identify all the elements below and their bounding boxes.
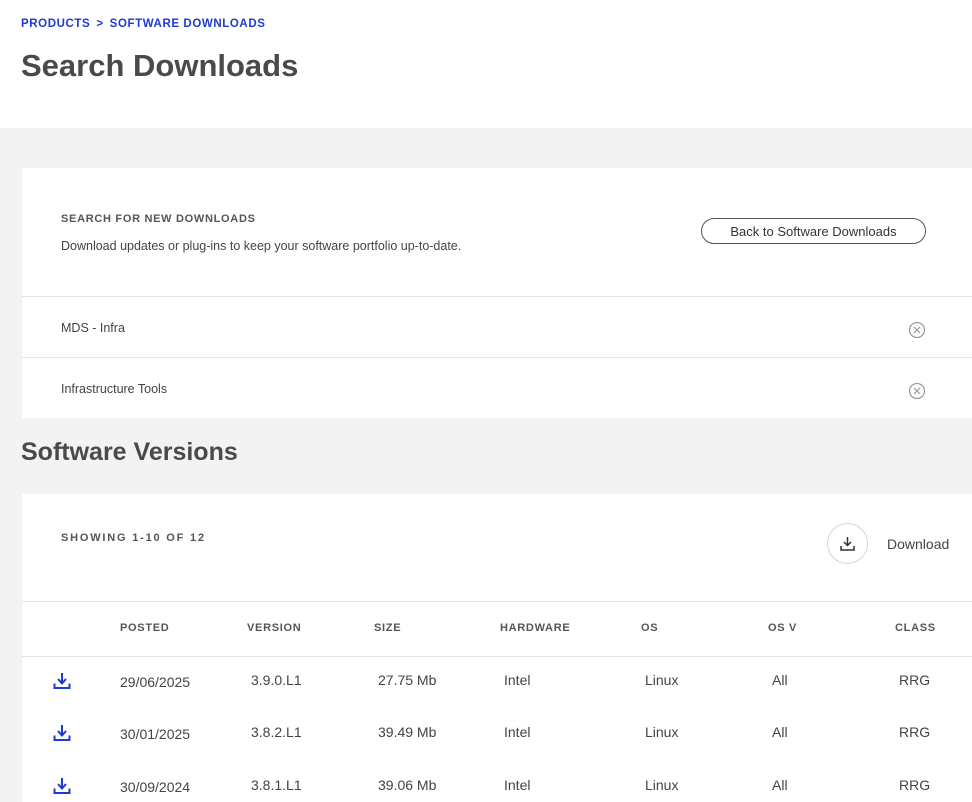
cell-version: 3.8.2.L1 [251, 724, 302, 740]
column-header-posted[interactable]: POSTED [120, 622, 169, 634]
cell-size: 39.06 Mb [378, 777, 437, 793]
cell-posted: 30/01/2025 [120, 726, 191, 742]
filter-row: MDS - Infra [22, 297, 972, 358]
cell-os-v: All [772, 777, 788, 793]
page-title: Search Downloads [21, 48, 299, 83]
cell-os-v: All [772, 724, 788, 740]
cell-class: RRG [899, 777, 931, 793]
column-header-class[interactable]: CLASS [895, 622, 936, 634]
column-header-hardware[interactable]: HARDWARE [500, 622, 570, 634]
search-eyebrow: SEARCH FOR NEW DOWNLOADS [61, 213, 256, 225]
cell-os: Linux [645, 777, 679, 793]
table-row: 30/01/2025 3.8.2.L1 39.49 Mb Intel Linux… [22, 708, 972, 760]
column-header-os[interactable]: OS [641, 622, 658, 634]
cell-posted: 29/06/2025 [120, 674, 191, 690]
cell-version: 3.9.0.L1 [251, 672, 302, 688]
breadcrumb-products-link[interactable]: PRODUCTS [21, 18, 90, 30]
search-card: SEARCH FOR NEW DOWNLOADS Download update… [22, 168, 972, 418]
software-versions-title: Software Versions [21, 438, 238, 466]
page-header: PRODUCTS > SOFTWARE DOWNLOADS Search Downl… [0, 0, 972, 128]
breadcrumb-separator: > [96, 18, 104, 30]
column-header-os-v[interactable]: OS V [768, 622, 797, 634]
download-all-button[interactable] [827, 523, 868, 564]
filter-row: Infrastructure Tools [22, 358, 972, 418]
table-row: 29/06/2025 3.9.0.L1 27.75 Mb Intel Linux… [22, 656, 972, 708]
filter-label: MDS - Infra [61, 321, 125, 335]
cell-version: 3.8.1.L1 [251, 777, 302, 793]
download-icon[interactable] [52, 723, 72, 743]
column-header-size[interactable]: SIZE [374, 622, 401, 634]
results-card: SHOWING 1-10 OF 12 Download POSTED VERSI… [22, 494, 972, 802]
close-circle-icon[interactable] [908, 321, 926, 339]
search-description: Download updates or plug-ins to keep you… [61, 239, 462, 253]
cell-os: Linux [645, 724, 679, 740]
cell-size: 27.75 Mb [378, 672, 437, 688]
cell-os: Linux [645, 672, 679, 688]
cell-class: RRG [899, 724, 931, 740]
cell-class: RRG [899, 672, 931, 688]
download-icon[interactable] [52, 671, 72, 691]
breadcrumb-current-link[interactable]: SOFTWARE DOWNLOADS [110, 18, 266, 30]
filter-label: Infrastructure Tools [61, 382, 168, 396]
breadcrumb: PRODUCTS > SOFTWARE DOWNLOADS [21, 18, 266, 30]
cell-hardware: Intel [504, 777, 531, 793]
cell-os-v: All [772, 672, 788, 688]
table-header: POSTED VERSION SIZE HARDWARE OS OS V CLA… [22, 601, 972, 657]
table-row: 30/09/2024 3.8.1.L1 39.06 Mb Intel Linux… [22, 760, 972, 802]
results-count: SHOWING 1-10 OF 12 [61, 532, 206, 544]
back-to-software-downloads-button[interactable]: Back to Software Downloads [701, 218, 926, 244]
download-link[interactable]: Download [887, 536, 949, 552]
cell-hardware: Intel [504, 724, 531, 740]
cell-posted: 30/09/2024 [120, 779, 191, 795]
download-icon[interactable] [52, 776, 72, 796]
cell-size: 39.49 Mb [378, 724, 437, 740]
download-icon [840, 537, 855, 551]
search-header: SEARCH FOR NEW DOWNLOADS Download update… [22, 168, 972, 297]
column-header-version[interactable]: VERSION [247, 622, 301, 634]
close-circle-icon[interactable] [908, 382, 926, 400]
cell-hardware: Intel [504, 672, 531, 688]
